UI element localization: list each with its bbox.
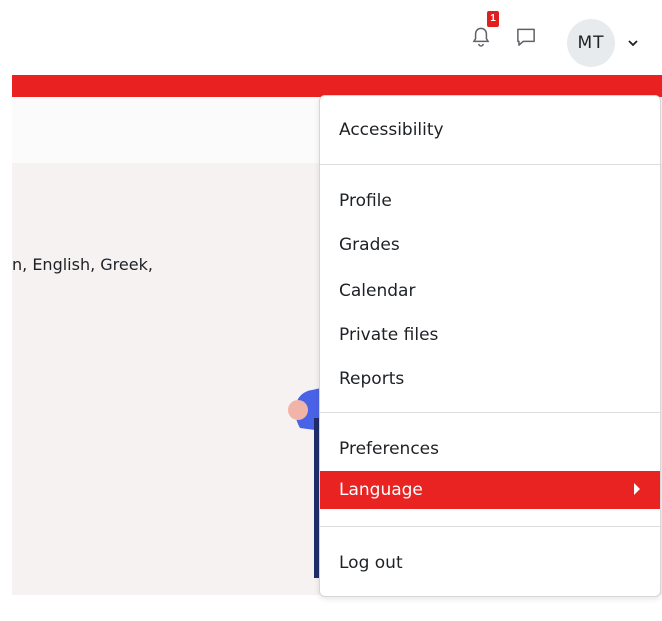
menu-item-language-label: Language xyxy=(339,480,423,500)
chevron-down-icon[interactable] xyxy=(626,36,640,50)
menu-item-private-files[interactable]: Private files xyxy=(320,316,660,354)
menu-divider xyxy=(320,164,660,165)
menu-divider xyxy=(320,412,660,413)
menu-item-grades[interactable]: Grades xyxy=(320,226,660,264)
top-navbar: 1 MT xyxy=(0,0,662,74)
accent-bar xyxy=(12,75,662,97)
user-avatar[interactable]: MT xyxy=(567,19,615,67)
notification-badge: 1 xyxy=(487,11,499,27)
chat-icon[interactable] xyxy=(513,24,539,50)
menu-item-accessibility[interactable]: Accessibility xyxy=(320,111,660,149)
menu-item-language[interactable]: Language xyxy=(320,471,660,509)
menu-item-log-out[interactable]: Log out xyxy=(320,544,660,582)
user-menu-dropdown: Accessibility Profile Grades Calendar Pr… xyxy=(319,95,661,597)
content-text: n, English, Greek, xyxy=(12,255,153,274)
bell-icon[interactable] xyxy=(468,24,494,50)
menu-divider xyxy=(320,526,660,527)
menu-item-preferences[interactable]: Preferences xyxy=(320,430,660,468)
menu-item-calendar[interactable]: Calendar xyxy=(320,272,660,310)
caret-right-icon xyxy=(634,483,640,495)
menu-item-reports[interactable]: Reports xyxy=(320,360,660,398)
menu-item-profile[interactable]: Profile xyxy=(320,182,660,220)
